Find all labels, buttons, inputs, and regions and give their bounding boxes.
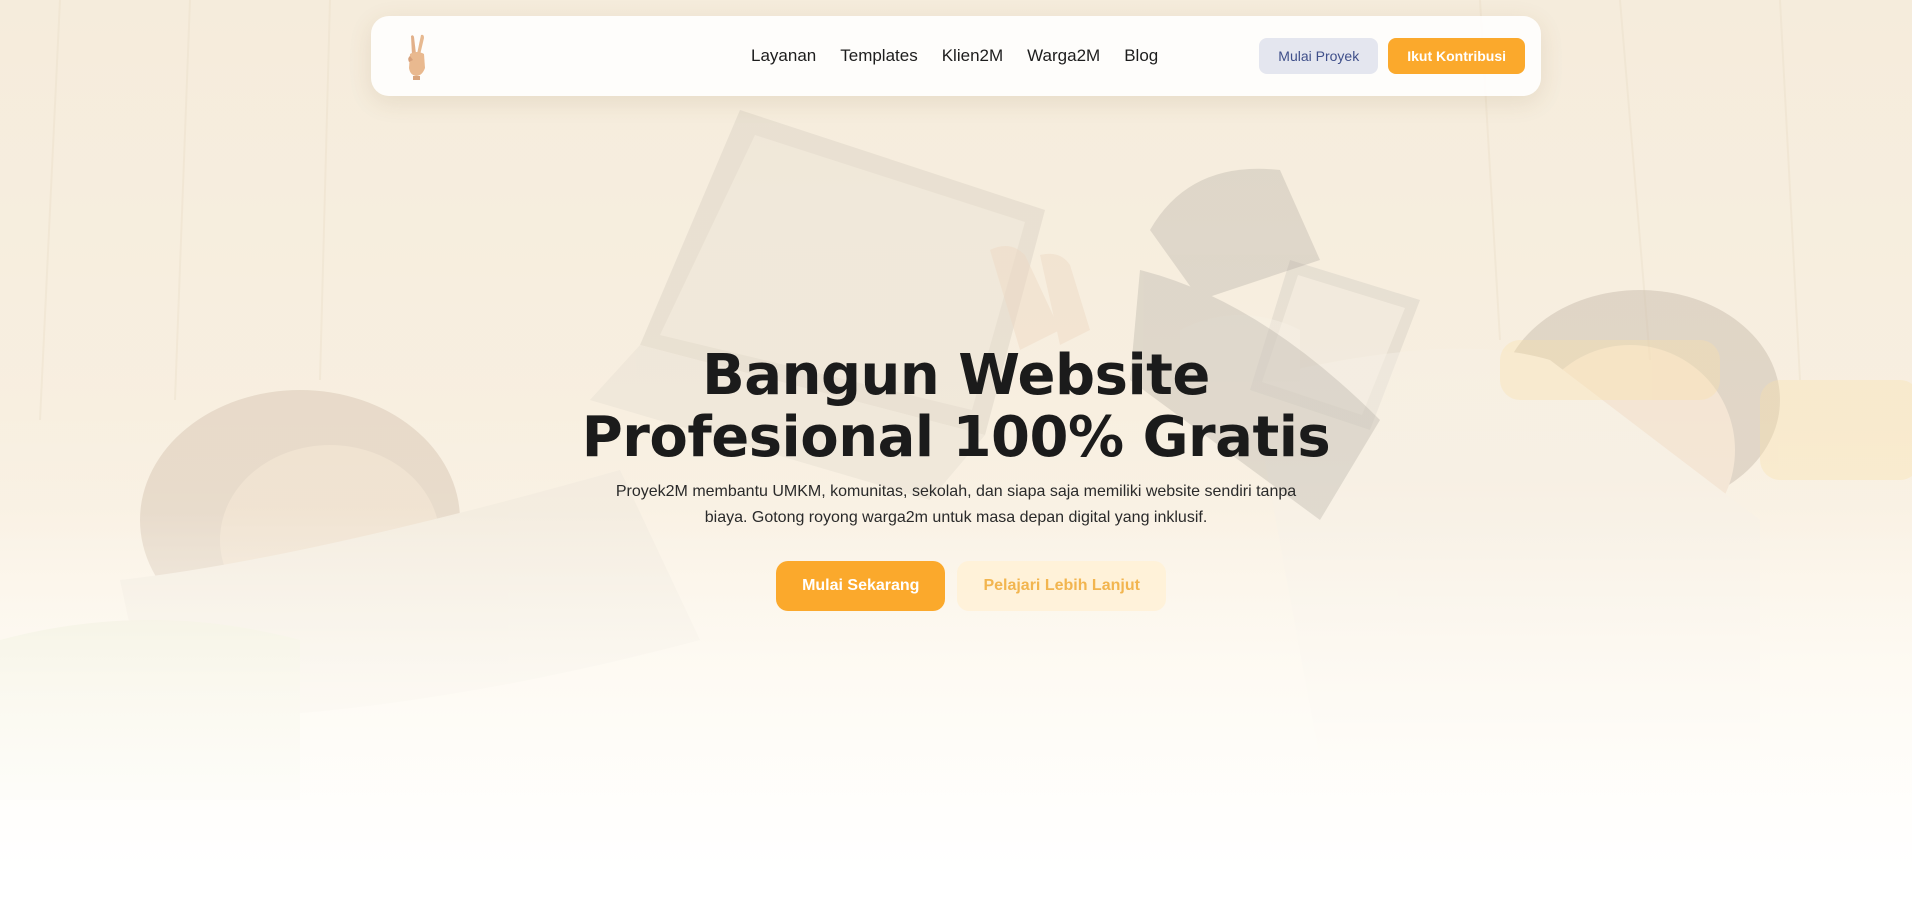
hero-section: Bangun Website Profesional 100% Gratis P… [0,345,1912,611]
nav-link-blog[interactable]: Blog [1124,46,1158,66]
nav-link-templates[interactable]: Templates [840,46,917,66]
nav-actions: Mulai Proyek Ikut Kontribusi [1259,16,1525,96]
mulai-proyek-button[interactable]: Mulai Proyek [1259,38,1379,74]
navbar: Layanan Templates Klien2M Warga2M Blog M… [371,16,1541,96]
hero-title: Bangun Website Profesional 100% Gratis [0,345,1912,469]
hero-title-line-1: Bangun Website [702,343,1210,408]
hero-description: Proyek2M membantu UMKM, komunitas, sekol… [615,483,1297,526]
nav-link-layanan[interactable]: Layanan [751,46,816,66]
ikut-kontribusi-button[interactable]: Ikut Kontribusi [1388,38,1525,74]
nav-links: Layanan Templates Klien2M Warga2M Blog [751,16,1182,96]
landing-page: Layanan Templates Klien2M Warga2M Blog M… [0,0,1912,924]
pelajari-lebih-lanjut-button[interactable]: Pelajari Lebih Lanjut [957,561,1166,611]
nav-link-warga2m[interactable]: Warga2M [1027,46,1100,66]
hero-title-line-2: Profesional 100% Gratis [581,405,1331,470]
peace-hand-icon [408,34,425,80]
nav-link-klien2m[interactable]: Klien2M [942,46,1003,66]
mulai-sekarang-button[interactable]: Mulai Sekarang [776,561,946,611]
logo[interactable] [397,28,437,84]
hero-buttons: Mulai Sekarang Pelajari Lebih Lanjut [0,561,1912,611]
